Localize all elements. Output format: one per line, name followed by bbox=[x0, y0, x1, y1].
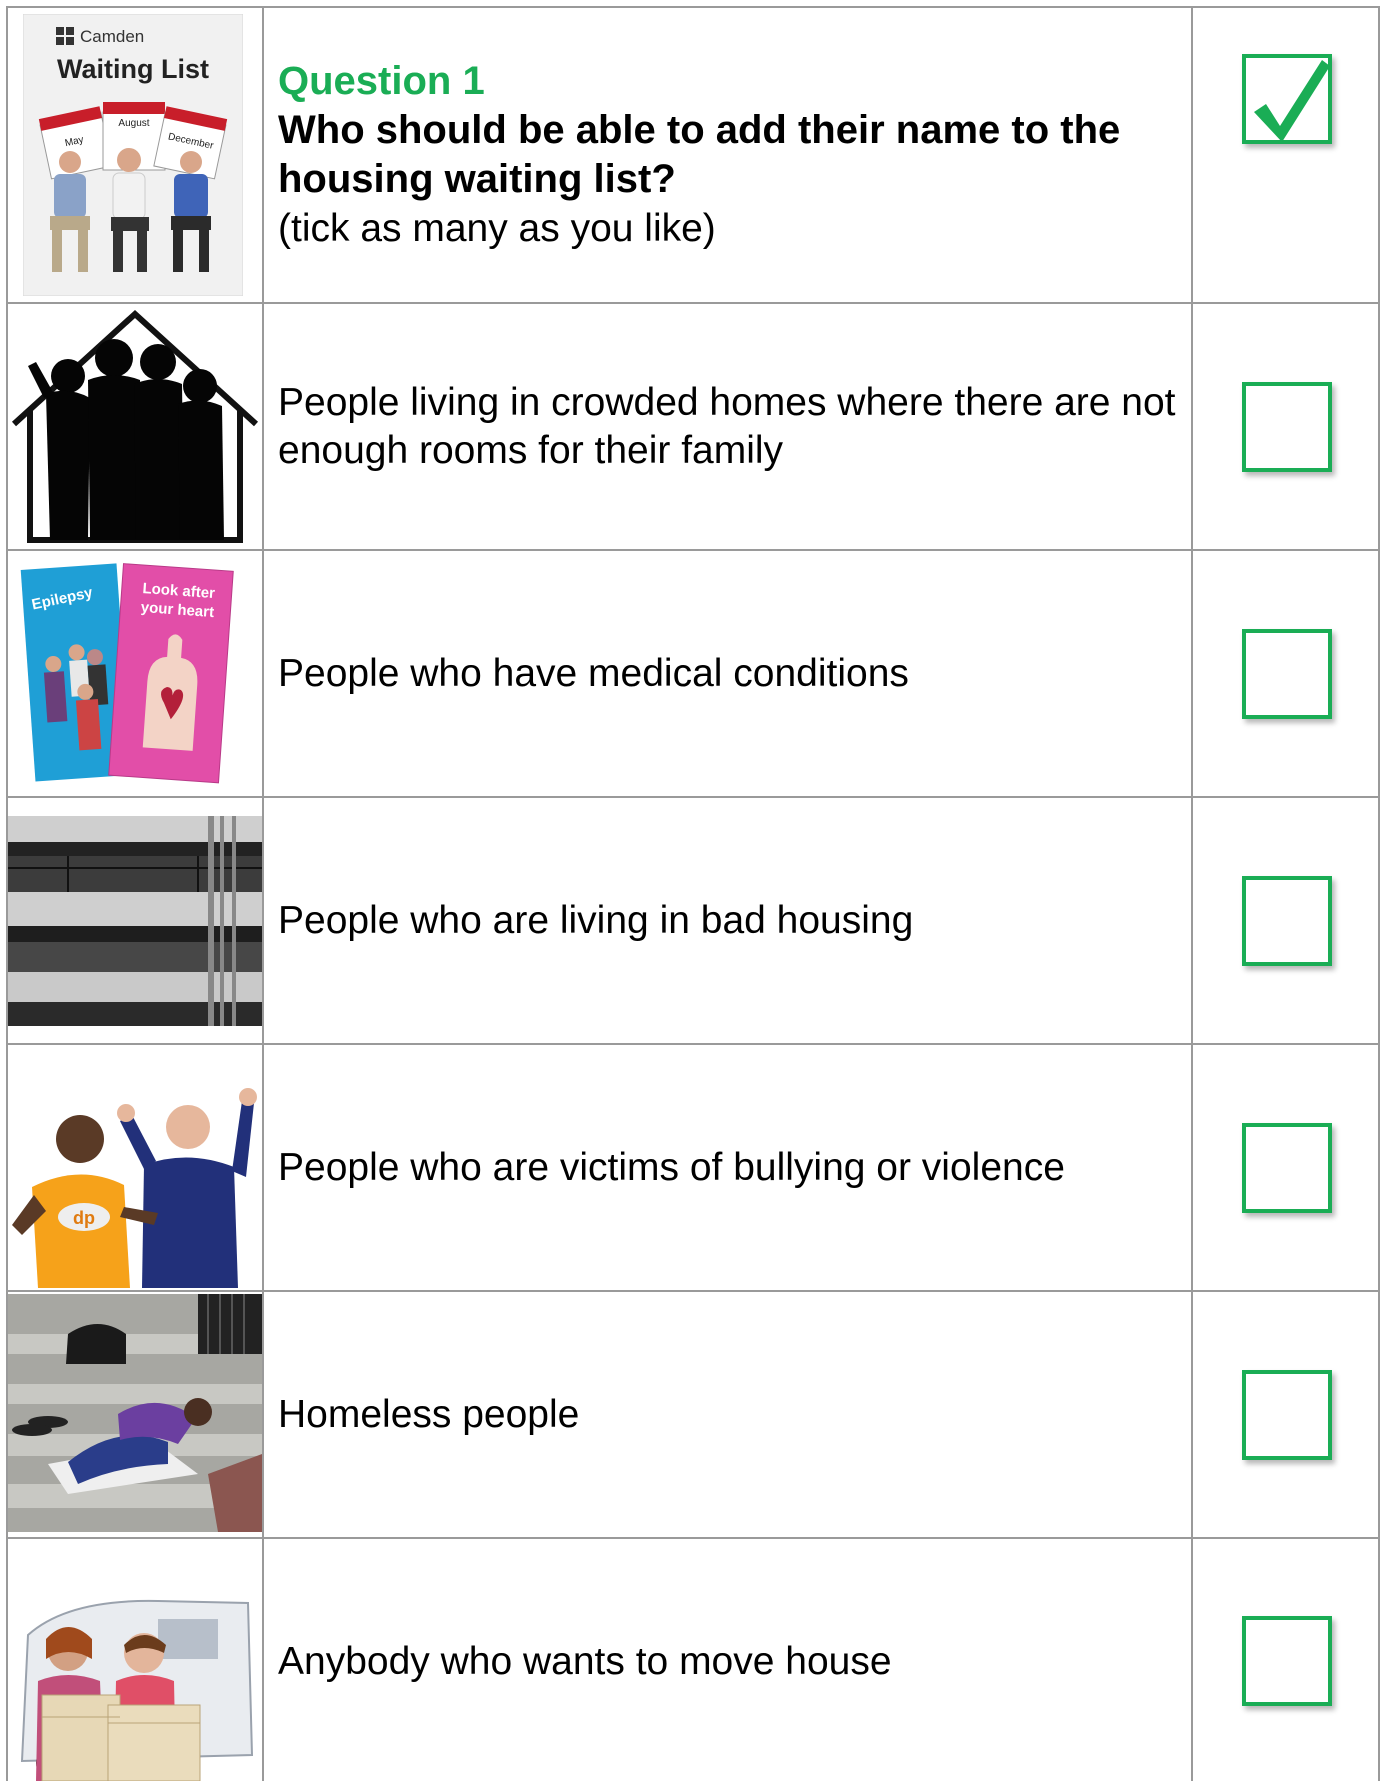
option-row: dp People who are victims of bullying or… bbox=[6, 1045, 1380, 1290]
option-checkbox[interactable] bbox=[1241, 875, 1332, 966]
option-row: People living in crowded homes where the… bbox=[6, 304, 1380, 549]
homeless-person-photo bbox=[8, 1294, 262, 1532]
option-checkbox[interactable] bbox=[1241, 628, 1332, 719]
svg-text:August: August bbox=[118, 118, 149, 129]
option-text: People who are living in bad housing bbox=[278, 898, 914, 942]
option-checkbox[interactable] bbox=[1241, 381, 1332, 472]
option-row: Epilepsy Look after your heart People wh… bbox=[6, 551, 1380, 796]
option-row: People who are living in bad housing bbox=[6, 798, 1380, 1043]
medical-leaflets-icon: Epilepsy Look after your heart bbox=[20, 563, 234, 784]
header-tick-cell bbox=[1193, 8, 1380, 302]
option-image bbox=[8, 1595, 262, 1781]
option-text: Anybody who wants to move house bbox=[278, 1639, 892, 1683]
option-image: Epilepsy Look after your heart bbox=[8, 553, 262, 794]
option-image bbox=[8, 1294, 262, 1532]
question-number: Question 1 bbox=[278, 59, 485, 103]
option-image bbox=[8, 306, 262, 547]
svg-text:dp: dp bbox=[73, 1208, 95, 1228]
option-checkbox[interactable] bbox=[1241, 1122, 1332, 1213]
moving-house-photo bbox=[8, 1595, 262, 1781]
two-men-photo: dp bbox=[8, 1085, 262, 1288]
option-image: dp bbox=[8, 1085, 262, 1288]
option-checkbox[interactable] bbox=[1241, 1369, 1332, 1460]
option-checkbox[interactable] bbox=[1241, 1616, 1332, 1706]
question-text: Question 1 Who should be able to add the… bbox=[278, 8, 1178, 302]
waiting-list-poster: Camden Waiting List May August December bbox=[23, 14, 243, 296]
checkmark-icon bbox=[1253, 60, 1330, 142]
option-text: People living in crowded homes where the… bbox=[278, 380, 1176, 472]
svg-text:Camden: Camden bbox=[80, 27, 144, 46]
question-header-row: Camden Waiting List May August December bbox=[6, 8, 1380, 302]
waiting-list-image: Camden Waiting List May August December bbox=[23, 14, 243, 296]
question-table: Camden Waiting List May August December bbox=[6, 6, 1380, 1781]
option-image bbox=[8, 816, 262, 1026]
header-checkbox bbox=[1241, 54, 1332, 144]
svg-text:Waiting List: Waiting List bbox=[57, 54, 209, 84]
option-text: Homeless people bbox=[278, 1392, 580, 1436]
option-row: Homeless people bbox=[6, 1292, 1380, 1537]
question-title: Who should be able to add their name to … bbox=[278, 108, 1121, 201]
tower-block-photo bbox=[8, 816, 262, 1026]
option-text: People who have medical conditions bbox=[278, 651, 909, 695]
option-row: Anybody who wants to move house bbox=[6, 1539, 1380, 1781]
option-text: People who are victims of bullying or vi… bbox=[278, 1145, 1065, 1189]
question-instruction: (tick as many as you like) bbox=[278, 207, 716, 250]
crowded-house-icon bbox=[11, 309, 259, 543]
